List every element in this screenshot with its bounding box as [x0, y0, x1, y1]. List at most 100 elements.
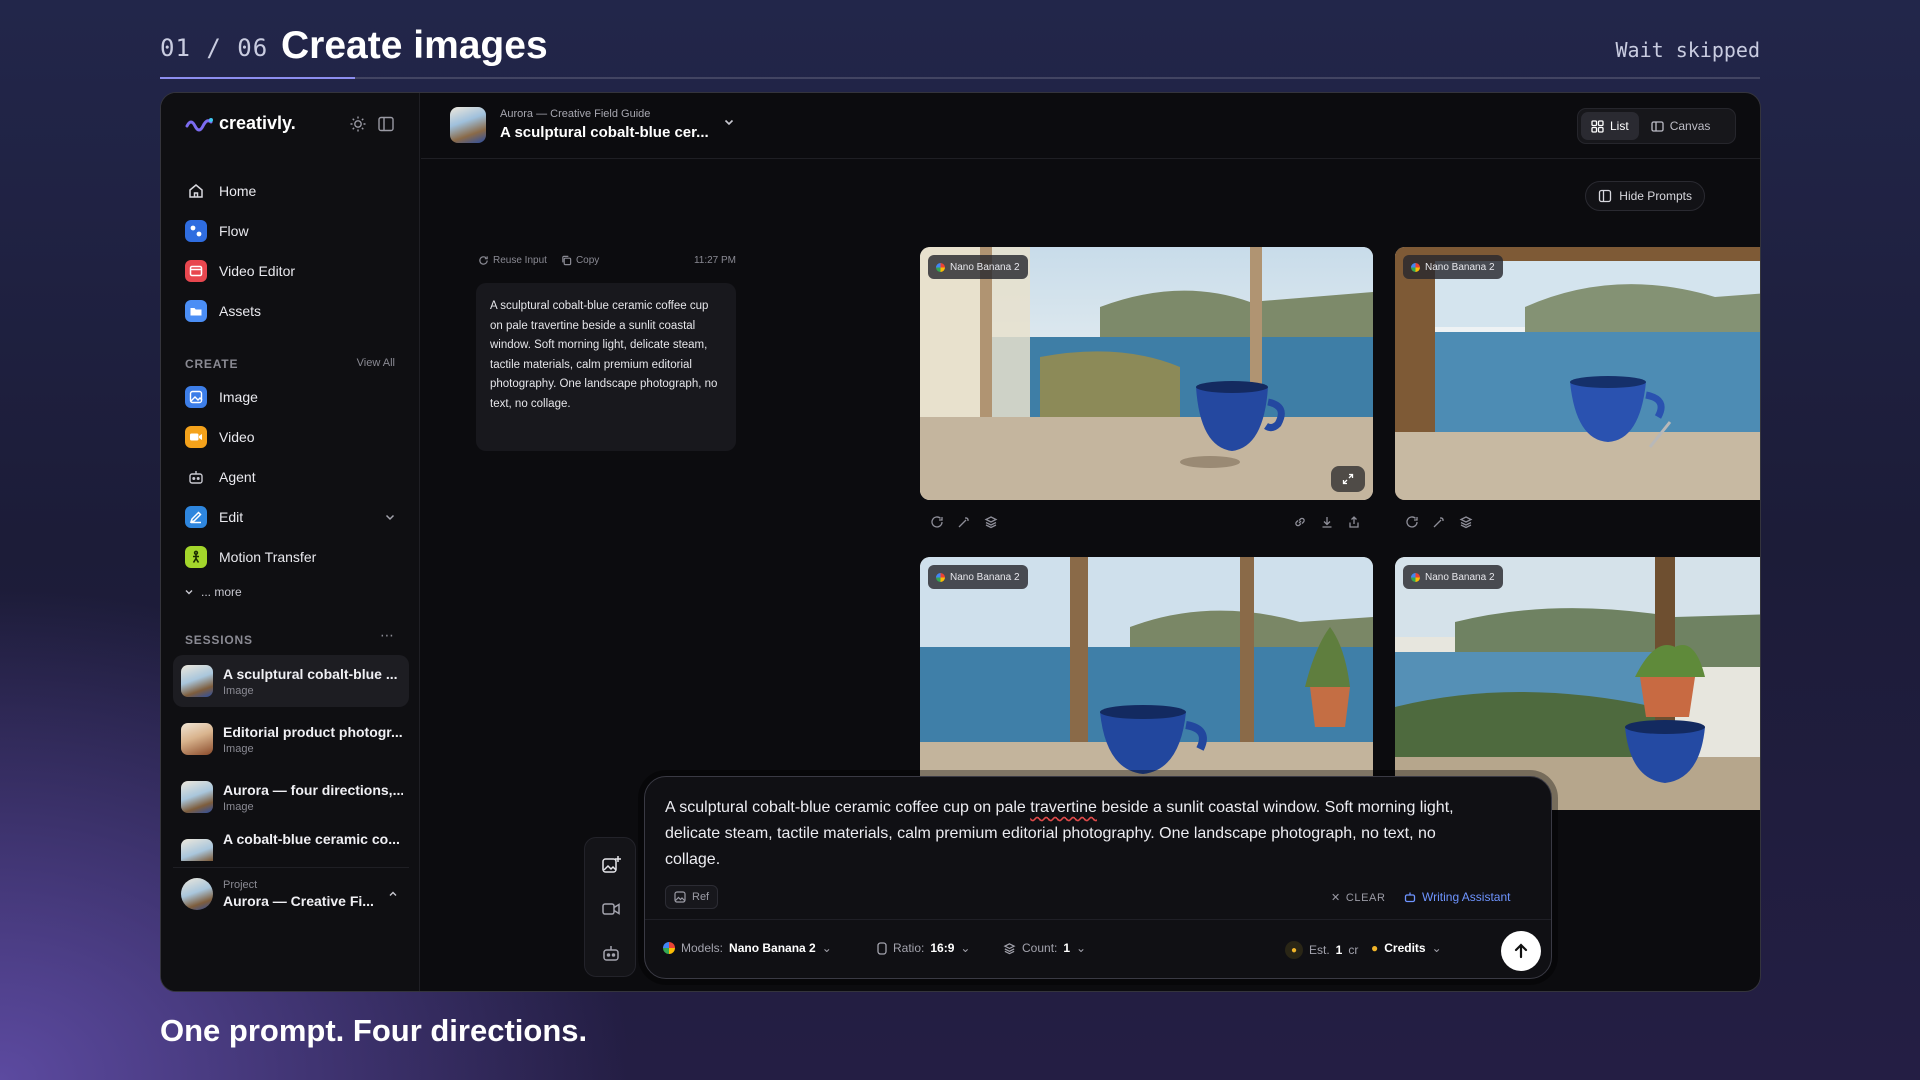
- generated-image-4[interactable]: Nano Banana 2: [1395, 557, 1760, 810]
- slide-caption: One prompt. Four directions.: [160, 1013, 588, 1048]
- layers-icon[interactable]: [984, 515, 998, 529]
- copy-label: Copy: [575, 255, 600, 266]
- nav-label: Agent: [219, 469, 256, 485]
- image-add-icon[interactable]: [600, 854, 622, 876]
- theme-toggle-icon[interactable]: [349, 115, 367, 133]
- chevron-down-icon[interactable]: [722, 115, 736, 129]
- view-canvas-button[interactable]: Canvas: [1641, 112, 1721, 140]
- nav-flow[interactable]: Flow: [173, 213, 409, 249]
- more-toggle[interactable]: ... more: [183, 585, 242, 599]
- session-title[interactable]: A sculptural cobalt-blue cer...: [500, 124, 709, 141]
- nav-label: Image: [219, 389, 258, 405]
- agent-icon[interactable]: [600, 942, 622, 964]
- coins-icon: ●: [1285, 941, 1303, 959]
- count-select-value: 1: [1063, 941, 1071, 955]
- ratio-select[interactable]: Ratio: 16:9 ⌄: [877, 941, 970, 955]
- nav-label: Video: [219, 429, 255, 445]
- session-thumbnail: [181, 723, 213, 755]
- video-camera-icon[interactable]: [600, 898, 622, 920]
- create-video[interactable]: Video: [173, 419, 409, 455]
- share-icon[interactable]: [1347, 515, 1361, 529]
- download-icon[interactable]: [1320, 515, 1334, 529]
- logo-text: creativly.: [219, 113, 296, 133]
- app-window: creativly. Home Flow Video Editor Assets…: [160, 92, 1761, 992]
- chevron-down-icon: ⌄: [960, 941, 971, 955]
- model-badge-label: Nano Banana 2: [950, 261, 1020, 273]
- chevron-down-icon[interactable]: [383, 510, 397, 524]
- image-1-actions-left: [930, 515, 998, 533]
- session-thumbnail: [181, 839, 213, 861]
- wand-icon[interactable]: [1432, 515, 1446, 529]
- nav-assets[interactable]: Assets: [173, 293, 409, 329]
- regenerate-icon[interactable]: [930, 515, 944, 529]
- video-icon: [185, 426, 207, 448]
- reuse-input-button[interactable]: Reuse Input: [478, 255, 547, 266]
- view-all-link[interactable]: View All: [357, 357, 395, 369]
- model-select[interactable]: Models: Nano Banana 2 ⌄: [663, 941, 832, 955]
- session-item[interactable]: A sculptural cobalt-blue ... Image: [173, 655, 409, 707]
- agent-icon: [185, 466, 207, 488]
- motion-transfer-icon: [185, 546, 207, 568]
- prompt-card: A sculptural cobalt-blue ceramic coffee …: [476, 283, 736, 451]
- count-select[interactable]: Count: 1 ⌄: [1003, 941, 1086, 955]
- session-item[interactable]: A cobalt-blue ceramic co...: [173, 821, 409, 861]
- ratio-select-value: 16:9: [930, 941, 955, 955]
- canvas-icon: [1651, 120, 1664, 132]
- reference-button[interactable]: Ref: [665, 885, 719, 909]
- sidebar-collapse-icon[interactable]: [377, 115, 395, 133]
- image-icon: [185, 386, 207, 408]
- link-icon[interactable]: [1293, 515, 1307, 529]
- copy-button[interactable]: Copy: [561, 255, 599, 266]
- session-item[interactable]: Aurora — four directions,... Image: [173, 771, 409, 823]
- grid-icon: [1591, 119, 1604, 133]
- prompt-text-part: A sculptural cobalt-blue ceramic coffee …: [665, 799, 1031, 816]
- view-list-button[interactable]: List: [1581, 112, 1639, 140]
- credits-label: Credits: [1384, 941, 1426, 955]
- home-icon: [185, 180, 207, 202]
- send-button[interactable]: [1501, 931, 1541, 971]
- hide-prompts-button[interactable]: Hide Prompts: [1585, 181, 1705, 211]
- regenerate-icon[interactable]: [1405, 515, 1419, 529]
- image-scene: [1395, 247, 1760, 500]
- slide-title: Create images: [281, 24, 548, 67]
- expand-icon[interactable]: [1331, 466, 1365, 492]
- logo[interactable]: creativly.: [185, 113, 296, 134]
- create-agent[interactable]: Agent: [173, 459, 409, 495]
- model-select-label: Models:: [681, 941, 724, 955]
- google-icon: [936, 262, 945, 272]
- wand-icon[interactable]: [957, 515, 971, 529]
- writing-assistant-button[interactable]: Writing Assistant: [1404, 890, 1510, 904]
- layers-icon[interactable]: [1459, 515, 1473, 529]
- session-type: Image: [223, 684, 254, 697]
- generated-image-1[interactable]: Nano Banana 2: [920, 247, 1373, 500]
- project-name: Aurora — Creative Fi...: [223, 892, 374, 909]
- session-header: Aurora — Creative Field Guide A sculptur…: [421, 93, 1760, 159]
- ratio-icon: [877, 941, 887, 955]
- estimate-unit: cr: [1348, 943, 1359, 957]
- chevron-down-icon: ⌄: [821, 941, 832, 955]
- reference-label: Ref: [692, 891, 710, 903]
- image-scene: [920, 557, 1373, 810]
- session-type: Image: [223, 742, 254, 755]
- create-edit[interactable]: Edit: [173, 499, 409, 535]
- generated-image-3[interactable]: Nano Banana 2: [920, 557, 1373, 810]
- prompt-input[interactable]: A sculptural cobalt-blue ceramic coffee …: [665, 795, 1485, 873]
- image-2-actions-left: [1405, 515, 1473, 533]
- view-list-label: List: [1610, 119, 1629, 133]
- ratio-select-label: Ratio:: [893, 941, 925, 955]
- clear-button[interactable]: ✕ CLEAR: [1331, 891, 1386, 905]
- estimate-label: Est.: [1309, 943, 1330, 957]
- nav-video-editor[interactable]: Video Editor: [173, 253, 409, 289]
- credits-menu[interactable]: ● Credits ⌄: [1371, 941, 1442, 955]
- nav-label: Flow: [219, 223, 249, 239]
- writing-assistant-label: Writing Assistant: [1422, 890, 1511, 904]
- more-options-icon[interactable]: ⋯: [380, 627, 395, 644]
- session-item[interactable]: Editorial product photogr... Image: [173, 713, 409, 765]
- project-switcher[interactable]: Project Aurora — Creative Fi...: [173, 867, 409, 919]
- create-image[interactable]: Image: [173, 379, 409, 415]
- reuse-input-label: Reuse Input: [493, 255, 547, 266]
- chevron-up-icon: [389, 891, 397, 896]
- generated-image-2[interactable]: Nano Banana 2: [1395, 247, 1760, 500]
- create-motion-transfer[interactable]: Motion Transfer: [173, 539, 409, 575]
- nav-home[interactable]: Home: [173, 173, 409, 209]
